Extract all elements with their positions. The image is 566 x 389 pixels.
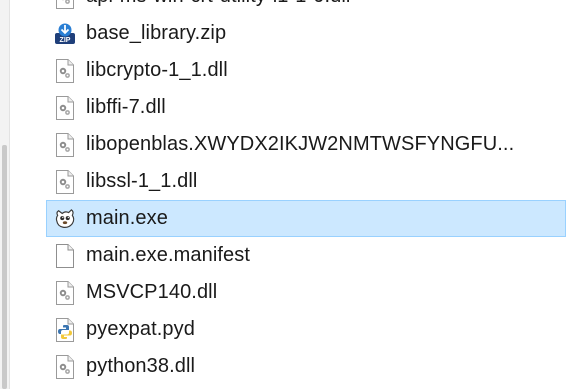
- dll-gear-icon: [54, 0, 76, 9]
- file-row[interactable]: libopenblas.XWYDX2IKJW2NMTWSFYNGFU...: [46, 126, 566, 163]
- file-row[interactable]: python38.dll: [46, 348, 566, 385]
- file-name: libssl-1_1.dll: [86, 170, 198, 192]
- file-name: MSVCP140.dll: [86, 281, 218, 303]
- file-name: api-ms-win-crt-utility-l1-1-0.dll: [86, 0, 350, 8]
- file-name: main.exe: [86, 207, 168, 229]
- dll-gear-icon: [54, 132, 76, 157]
- file-row[interactable]: pyexpat.pyd: [46, 311, 566, 348]
- dll-gear-icon: [54, 58, 76, 83]
- file-explorer-window: api-ms-win-crt-utility-l1-1-0.dll ZIP base…: [0, 0, 566, 389]
- file-name: libopenblas.XWYDX2IKJW2NMTWSFYNGFU...: [86, 133, 515, 155]
- file-row[interactable]: libcrypto-1_1.dll: [46, 52, 566, 89]
- file-name: python38.dll: [86, 355, 196, 377]
- file-row[interactable]: ZIP base_library.zip: [46, 15, 566, 52]
- dll-gear-icon: [54, 354, 76, 379]
- file-row[interactable]: libssl-1_1.dll: [46, 163, 566, 200]
- exe-app-icon: [54, 207, 76, 231]
- file-row[interactable]: libffi-7.dll: [46, 89, 566, 126]
- dll-gear-icon: [54, 169, 76, 194]
- file-row[interactable]: main.exe.manifest: [46, 237, 566, 274]
- svg-text:ZIP: ZIP: [60, 37, 71, 44]
- file-name: base_library.zip: [86, 22, 227, 44]
- file-name: main.exe.manifest: [86, 244, 250, 266]
- dll-gear-icon: [54, 280, 76, 305]
- zip-archive-icon: ZIP: [54, 22, 76, 46]
- file-row[interactable]: MSVCP140.dll: [46, 274, 566, 311]
- file-name: libcrypto-1_1.dll: [86, 59, 228, 81]
- file-list: api-ms-win-crt-utility-l1-1-0.dll ZIP base…: [46, 0, 566, 385]
- file-name: pyexpat.pyd: [86, 318, 195, 340]
- file-name: libffi-7.dll: [86, 96, 166, 118]
- dll-gear-icon: [54, 95, 76, 120]
- python-file-icon: [54, 317, 76, 342]
- blank-file-icon: [54, 243, 76, 268]
- file-row[interactable]: main.exe: [46, 200, 566, 237]
- file-row[interactable]: api-ms-win-crt-utility-l1-1-0.dll: [46, 0, 566, 15]
- scrollbar-thumb[interactable]: [2, 145, 7, 389]
- navigation-pane-edge: [0, 0, 10, 389]
